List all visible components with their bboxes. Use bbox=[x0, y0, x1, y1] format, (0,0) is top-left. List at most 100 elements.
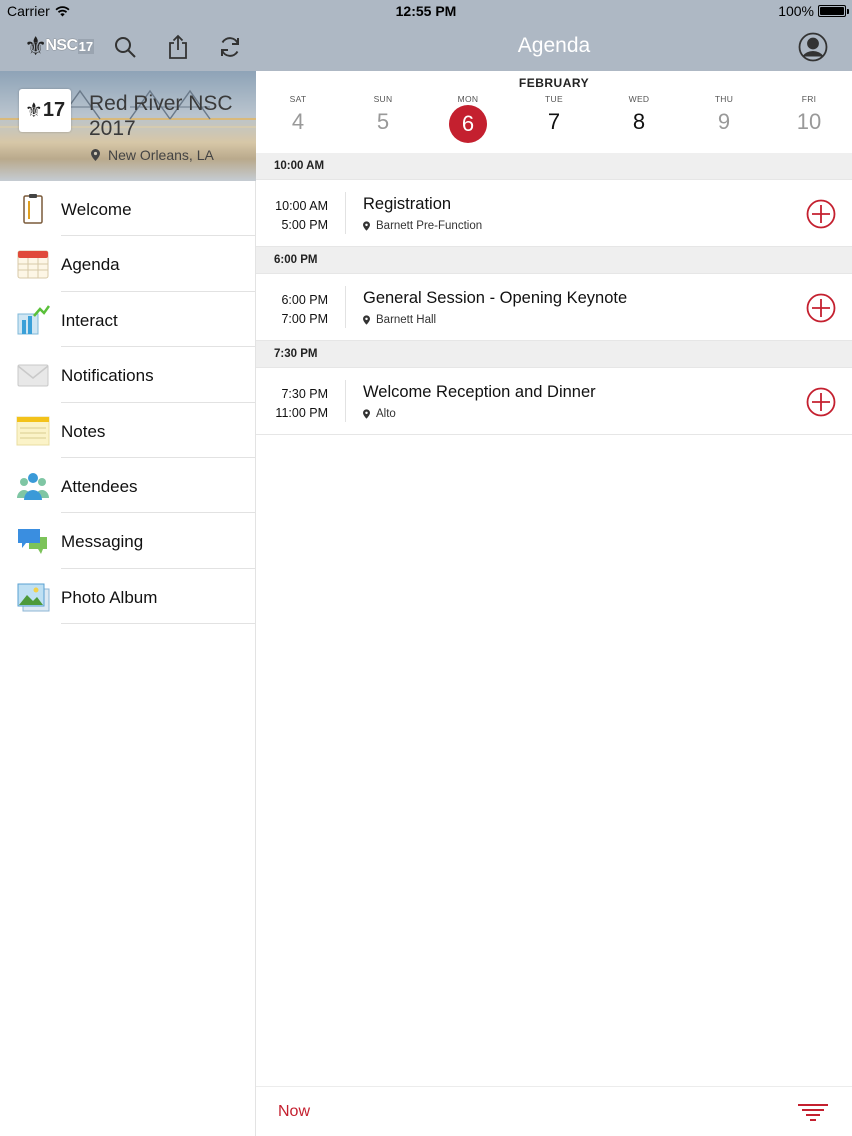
day-mon-selected[interactable]: MON 6 bbox=[438, 94, 498, 143]
page-title: Agenda bbox=[517, 34, 591, 57]
session-title: Welcome Reception and Dinner bbox=[363, 383, 596, 401]
session-title: Registration bbox=[363, 195, 452, 213]
day-number: 8 bbox=[632, 109, 646, 134]
day-number: 9 bbox=[717, 109, 731, 134]
session-room: Barnett Pre-Function bbox=[376, 220, 483, 232]
day-number: 7 bbox=[547, 109, 561, 134]
add-to-schedule-button[interactable] bbox=[806, 199, 836, 229]
user-profile-icon bbox=[798, 32, 828, 62]
sidebar-item-agenda[interactable]: Agenda bbox=[0, 236, 255, 292]
sidebar-item-messaging[interactable]: Messaging bbox=[0, 513, 255, 569]
sidebar-item-welcome[interactable]: Welcome bbox=[0, 181, 255, 237]
session-location: Alto bbox=[363, 408, 396, 420]
status-time: 12:55 PM bbox=[395, 3, 457, 19]
session-start: 6:00 PM bbox=[281, 293, 328, 307]
day-of-week: MON bbox=[457, 94, 479, 104]
session-end: 7:00 PM bbox=[281, 312, 328, 326]
time-group-header: 10:00 AM bbox=[256, 153, 852, 180]
date-strip: FEBRUARY SAT 4 SUN 5 MON 6 TUE 7 WED 8 T… bbox=[256, 71, 852, 153]
sidebar-item-label: Photo Album bbox=[61, 587, 158, 607]
event-banner[interactable]: ⚜ 17 Red River NSC 2017 New Orleans, LA bbox=[0, 71, 256, 181]
sidebar-item-attendees[interactable]: Attendees bbox=[0, 458, 255, 514]
session-times: 6:00 PM 7:00 PM bbox=[256, 291, 328, 329]
day-tue[interactable]: TUE 7 bbox=[524, 94, 584, 135]
session-location: Barnett Pre-Function bbox=[363, 220, 482, 232]
session-row[interactable]: 7:30 PM 11:00 PM Welcome Reception and D… bbox=[256, 368, 852, 435]
status-bar: Carrier 12:55 PM 100% bbox=[0, 0, 852, 22]
sidebar-item-interact[interactable]: Interact bbox=[0, 292, 255, 348]
search-icon bbox=[115, 37, 136, 58]
sidebar-item-label: Messaging bbox=[61, 532, 144, 552]
location-pin-icon bbox=[363, 221, 370, 231]
event-logo-text: 17 bbox=[42, 99, 66, 121]
session-title: General Session - Opening Keynote bbox=[363, 289, 628, 307]
sidebar: ⚜ 17 Red River NSC 2017 New Orleans, LA W… bbox=[0, 71, 256, 1136]
calendar-icon bbox=[17, 250, 49, 279]
poll-icon bbox=[17, 305, 50, 335]
sidebar-item-label: Attendees bbox=[61, 476, 138, 496]
logo-year: 17 bbox=[77, 38, 95, 54]
sidebar-toolbar: ⚜ NSC 17 bbox=[0, 22, 256, 71]
app-logo[interactable]: ⚜ NSC 17 bbox=[24, 32, 95, 60]
share-button[interactable] bbox=[165, 34, 191, 60]
sidebar-item-label: Agenda bbox=[61, 255, 120, 275]
sidebar-item-label: Welcome bbox=[61, 200, 132, 219]
session-location: Barnett Hall bbox=[363, 314, 436, 326]
search-button[interactable] bbox=[112, 34, 138, 60]
day-wed[interactable]: WED 8 bbox=[609, 94, 669, 135]
sidebar-item-notes[interactable]: Notes bbox=[0, 403, 255, 458]
battery-percent: 100% bbox=[778, 3, 814, 19]
day-of-week: THU bbox=[714, 94, 734, 104]
selected-day-number: 6 bbox=[449, 105, 487, 143]
people-icon bbox=[17, 472, 49, 500]
session-end: 5:00 PM bbox=[281, 218, 328, 232]
fleur-de-lis-icon: ⚜ bbox=[24, 100, 43, 122]
location-pin-icon bbox=[363, 315, 370, 325]
share-icon bbox=[169, 34, 187, 59]
sidebar-item-photo-album[interactable]: Photo Album bbox=[0, 569, 255, 625]
session-start: 10:00 AM bbox=[275, 199, 328, 213]
day-number: 4 bbox=[291, 109, 305, 134]
session-row[interactable]: 10:00 AM 5:00 PM Registration Barnett Pr… bbox=[256, 180, 852, 247]
time-group-header: 7:30 PM bbox=[256, 341, 852, 368]
day-of-week: WED bbox=[628, 94, 650, 104]
refresh-button[interactable] bbox=[217, 34, 243, 60]
location-pin-icon bbox=[363, 409, 370, 419]
add-to-schedule-button[interactable] bbox=[806, 387, 836, 417]
event-logo: ⚜ 17 bbox=[19, 89, 71, 132]
location-pin-icon bbox=[91, 149, 100, 161]
sidebar-item-label: Notes bbox=[61, 421, 106, 441]
day-of-week: SUN bbox=[373, 94, 393, 104]
day-sun[interactable]: SUN 5 bbox=[353, 94, 413, 135]
day-sat[interactable]: SAT 4 bbox=[268, 94, 328, 135]
photo-icon bbox=[17, 583, 50, 612]
session-room: Alto bbox=[376, 408, 396, 420]
session-times: 10:00 AM 5:00 PM bbox=[256, 197, 328, 235]
sidebar-item-label: Interact bbox=[61, 310, 118, 330]
battery-icon bbox=[818, 5, 849, 17]
day-thu[interactable]: THU 9 bbox=[694, 94, 754, 135]
session-times: 7:30 PM 11:00 PM bbox=[256, 385, 328, 423]
envelope-icon bbox=[17, 364, 49, 387]
day-of-week: TUE bbox=[545, 94, 563, 104]
event-title: Red River NSC 2017 bbox=[89, 92, 233, 140]
sidebar-item-label: Notifications bbox=[61, 366, 154, 386]
sidebar-item-notifications[interactable]: Notifications bbox=[0, 347, 255, 403]
battery-indicator: 100% bbox=[778, 3, 849, 19]
day-of-week: SAT bbox=[289, 94, 307, 104]
chat-icon bbox=[18, 529, 47, 555]
time-group-header: 6:00 PM bbox=[256, 247, 852, 274]
now-button[interactable]: Now bbox=[278, 1103, 310, 1121]
session-row[interactable]: 6:00 PM 7:00 PM General Session - Openin… bbox=[256, 274, 852, 341]
day-fri[interactable]: FRI 10 bbox=[779, 94, 839, 135]
add-to-schedule-button[interactable] bbox=[806, 293, 836, 323]
session-room: Barnett Hall bbox=[376, 314, 437, 326]
logo-text: NSC bbox=[45, 37, 78, 54]
clipboard-icon bbox=[23, 194, 43, 224]
filter-icon[interactable] bbox=[798, 1103, 828, 1121]
event-location-text: New Orleans, LA bbox=[108, 147, 214, 163]
profile-button[interactable] bbox=[798, 32, 828, 62]
notepad-icon bbox=[16, 416, 50, 446]
agenda-list: 10:00 AM 10:00 AM 5:00 PM Registration B… bbox=[256, 153, 852, 435]
session-start: 7:30 PM bbox=[281, 387, 328, 401]
